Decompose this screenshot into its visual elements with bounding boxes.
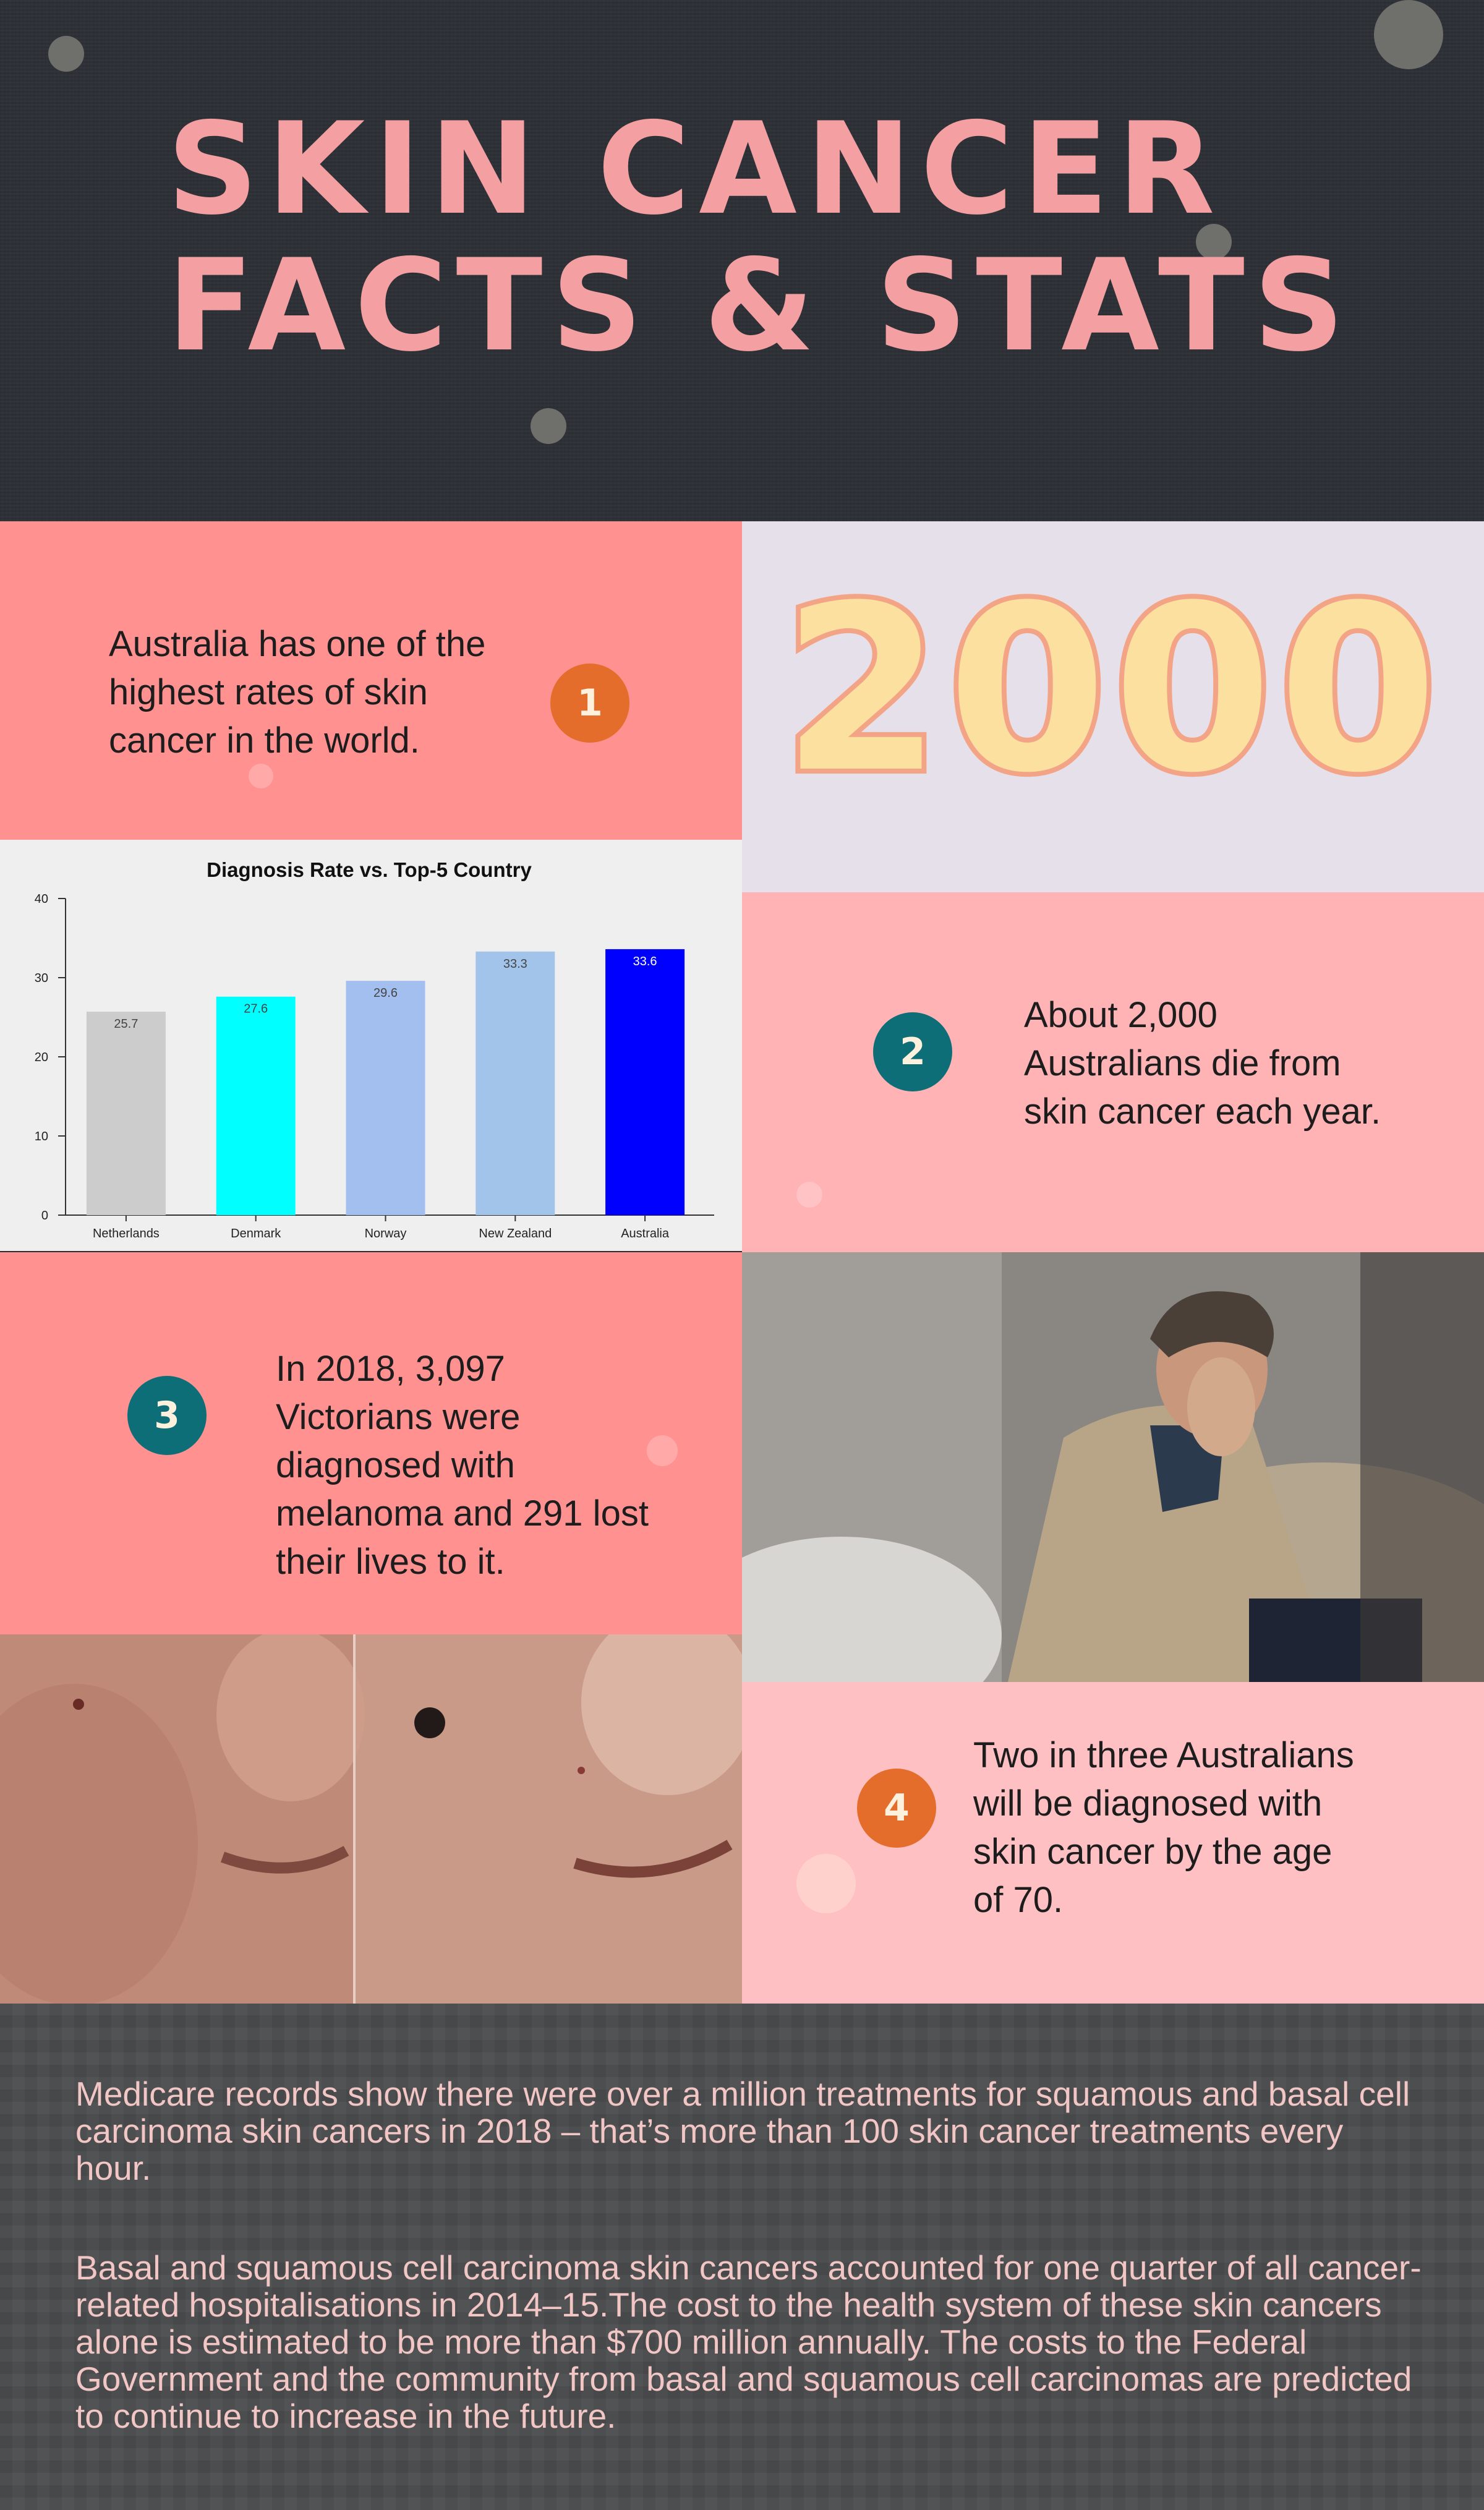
y-tick-label: 40: [35, 892, 48, 906]
big-number-text: 2000: [782, 557, 1444, 823]
chart-bar: [86, 1012, 166, 1215]
chart-bar: [346, 981, 425, 1215]
fact-3-text: In 2018, 3,097 Victorians were diagnosed…: [276, 1349, 649, 1582]
bar-value-label: 33.6: [633, 955, 657, 968]
fact-1-text: Australia has one of the highest rates o…: [109, 624, 486, 761]
chart-bar: [475, 951, 555, 1215]
fact-2-text: About 2,000 Australians die from skin ca…: [1024, 995, 1381, 1132]
x-tick-label: New Zealand: [479, 1227, 552, 1240]
chart-title: Diagnosis Rate vs. Top-5 Country: [207, 858, 532, 881]
header-banner: SKIN CANCER FACTS & STATS: [0, 0, 1484, 521]
footer-paragraph-1: Medicare records show there were over a …: [75, 2075, 1410, 2187]
y-tick-label: 0: [41, 1209, 48, 1223]
decor-bokeh: [647, 1435, 678, 1466]
fact-panel-3: 3 In 2018, 3,097 Victorians were diagnos…: [0, 1252, 742, 1634]
decor-circle: [1374, 0, 1443, 69]
number-badge-3: 3: [127, 1376, 207, 1455]
photo-illustration: [742, 1252, 1484, 1682]
fact-4-text: Two in three Australians will be diagnos…: [973, 1735, 1354, 1920]
x-tick-label: Denmark: [231, 1227, 281, 1240]
x-tick-label: Norway: [365, 1227, 407, 1240]
number-badge-4: 4: [857, 1769, 936, 1848]
diagnosis-rate-chart: Diagnosis Rate vs. Top-5 Country 0 10 20 30…: [0, 840, 742, 1251]
bar-value-label: 33.3: [503, 957, 527, 971]
decor-bokeh: [249, 764, 273, 788]
bar-chart-svg: Diagnosis Rate vs. Top-5 Country 0 10 20 30…: [35, 858, 714, 1240]
worried-man-photo: [742, 1252, 1484, 1682]
decor-circle: [531, 408, 566, 444]
skin-illustration: [0, 1634, 742, 2004]
decor-circle: [48, 36, 84, 72]
x-tick-label: Australia: [621, 1227, 670, 1240]
chart-bar: [605, 949, 685, 1215]
y-tick-label: 10: [35, 1130, 48, 1143]
footer-stats: Medicare records show there were over a …: [0, 2004, 1484, 2510]
bar-value-label: 27.6: [244, 1002, 268, 1016]
fact-panel-2: 2 About 2,000 Australians die from skin …: [742, 892, 1484, 1252]
big-number-panel: 2000: [742, 521, 1484, 892]
page-title-line2: FACTS & STATS: [167, 233, 1354, 380]
footer-paragraph-2: Basal and squamous cell carcinoma skin c…: [75, 2248, 1422, 2435]
y-tick-label: 30: [35, 971, 48, 985]
page-title-line1: SKIN CANCER: [167, 96, 1224, 243]
y-tick-label: 20: [35, 1051, 48, 1064]
number-badge-2: 2: [873, 1012, 952, 1091]
skin-mole-photo: [0, 1634, 742, 2004]
big-number-graphic: 2000: [777, 552, 1444, 828]
bar-value-label: 25.7: [114, 1017, 138, 1031]
chart-bar: [216, 996, 296, 1215]
fact-panel-4: 4 Two in three Australians will be diagn…: [742, 1682, 1484, 2004]
decor-bokeh: [796, 1182, 822, 1208]
bar-value-label: 29.6: [373, 986, 398, 1000]
number-badge-1: 1: [550, 664, 629, 743]
decor-bokeh: [796, 1854, 856, 1913]
fact-panel-1: Australia has one of the highest rates o…: [0, 521, 742, 840]
x-tick-label: Netherlands: [93, 1227, 160, 1240]
